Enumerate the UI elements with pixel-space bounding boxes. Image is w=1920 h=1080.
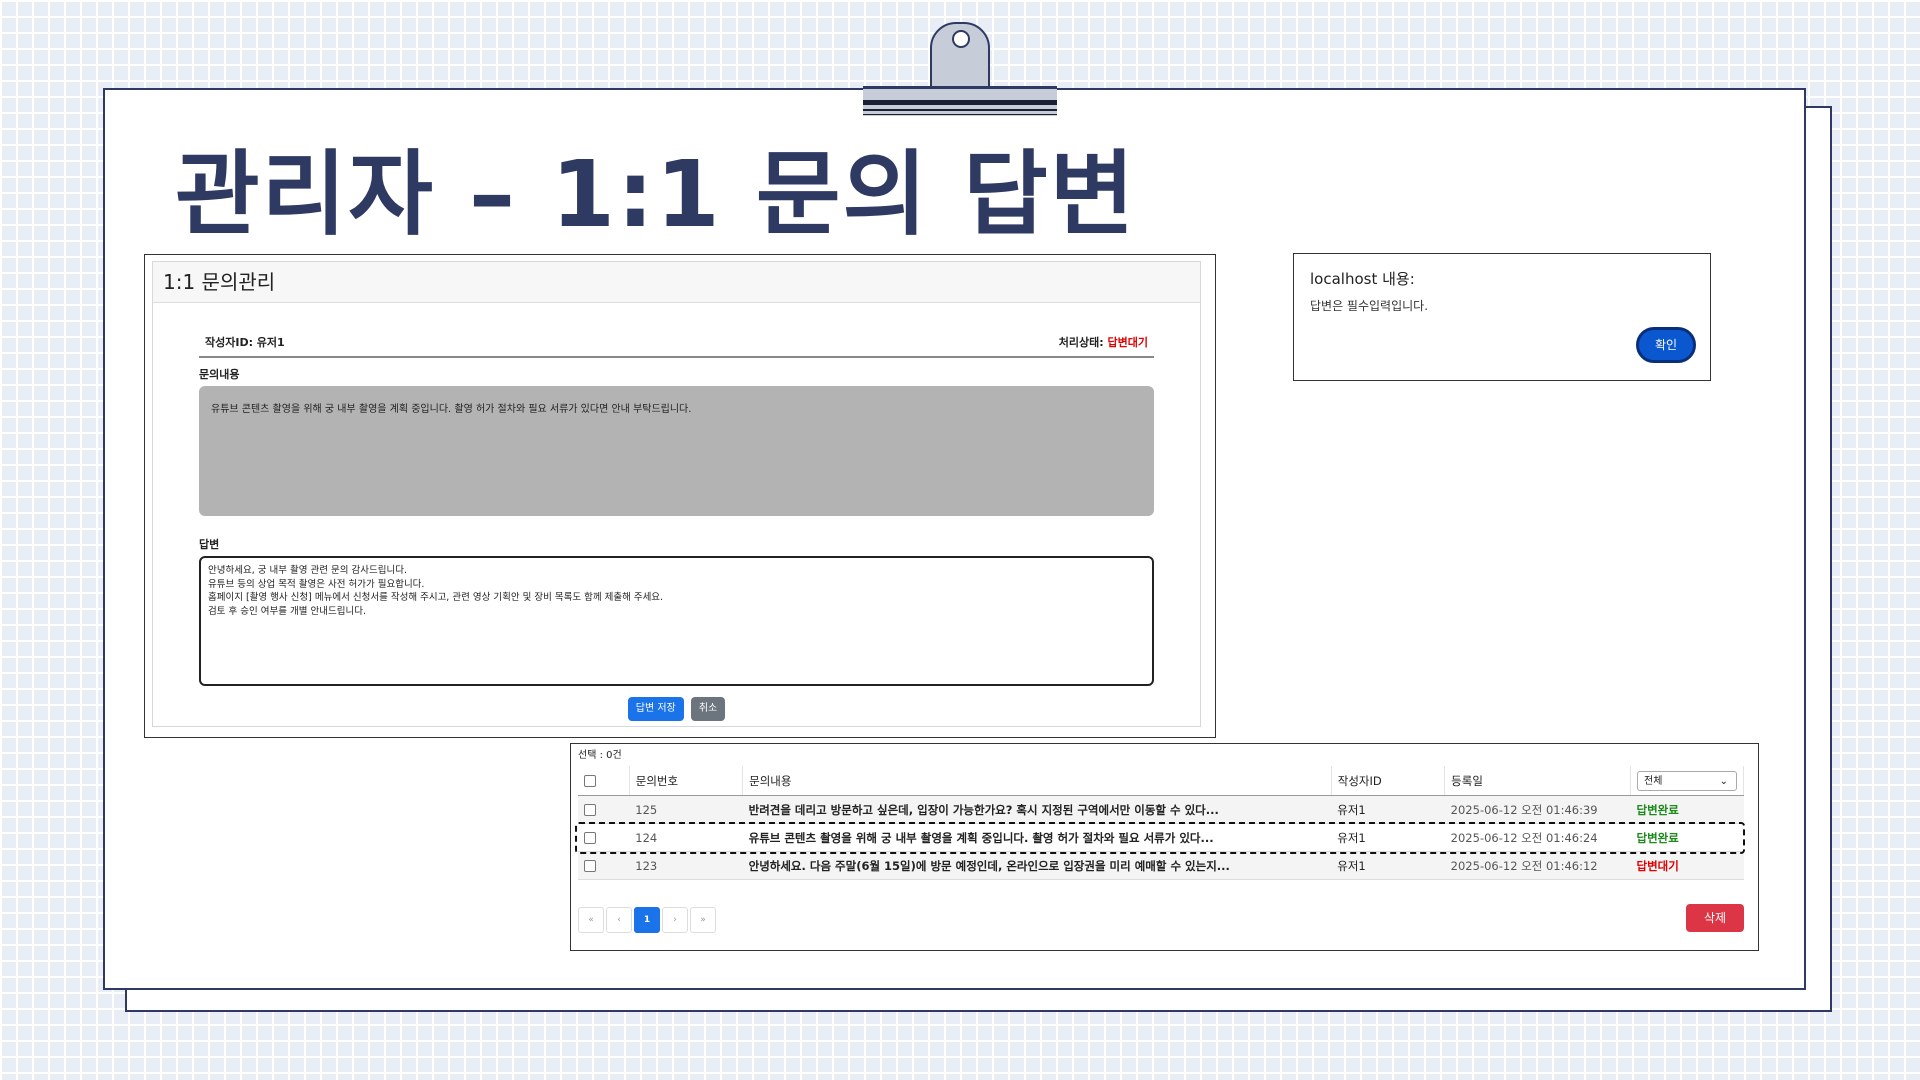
detail-button-row: 답변 저장 취소 [153, 697, 1200, 721]
select-all-checkbox[interactable] [584, 775, 596, 787]
answer-label: 답변 [199, 538, 220, 551]
alert-ok-button[interactable]: 확인 [1636, 327, 1696, 363]
row-select-cell [578, 851, 630, 880]
status-filter-cell: 전체 ⌄ [1630, 766, 1744, 796]
row-date: 2025-06-12 오전 01:46:12 [1444, 851, 1631, 880]
inquiry-detail-card: 1:1 문의관리 작성자ID: 유저1 처리상태: 답변대기 문의내용 유튜브 … [152, 261, 1201, 727]
answer-textarea[interactable]: 안녕하세요, 궁 내부 촬영 관련 문의 감사드립니다. 유튜브 등의 상업 목… [199, 556, 1154, 686]
selected-count: 선택 : 0건 [578, 750, 622, 761]
page-1-button[interactable]: 1 [634, 907, 660, 933]
row-content-link[interactable]: 반려견을 데리고 방문하고 싶은데, 입장이 가능한가요? 혹시 지정된 구역에… [742, 795, 1332, 824]
status-label: 처리상태: 답변대기 [1059, 334, 1148, 350]
status-filter-select[interactable]: 전체 ⌄ [1637, 770, 1737, 791]
row-content-link[interactable]: 안녕하세요. 다음 주말(6월 15일)에 방문 예정인데, 온라인으로 입장권… [742, 851, 1332, 880]
table-header-row: 문의번호 문의내용 작성자ID 등록일 전체 ⌄ [578, 766, 1744, 796]
table-row[interactable]: 124 유튜브 콘텐츠 촬영을 위해 궁 내부 촬영을 계획 중입니다. 촬영 … [578, 823, 1744, 852]
prev-page-button[interactable]: ‹ [606, 907, 632, 933]
row-date: 2025-06-12 오전 01:46:24 [1444, 823, 1631, 852]
inquiry-list-screenshot: 선택 : 0건 문의번호 문의내용 작성자ID 등록일 전체 ⌄ 125 반려견을… [570, 743, 1759, 951]
row-checkbox[interactable] [584, 832, 596, 844]
chevron-down-icon: ⌄ [1719, 775, 1728, 787]
row-select-cell [578, 823, 630, 852]
cancel-button[interactable]: 취소 [690, 697, 726, 721]
inquiry-detail-screenshot: 1:1 문의관리 작성자ID: 유저1 처리상태: 답변대기 문의내용 유튜브 … [144, 254, 1216, 738]
binder-clip-stripe [863, 114, 1057, 115]
status-badge: 답변대기 [1107, 336, 1148, 349]
row-checkbox[interactable] [584, 804, 596, 816]
table-row[interactable]: 125 반려견을 데리고 방문하고 싶은데, 입장이 가능한가요? 혹시 지정된… [578, 795, 1744, 824]
column-header-date: 등록일 [1444, 766, 1631, 796]
column-header-no: 문의번호 [629, 766, 744, 796]
delete-button[interactable]: 삭제 [1686, 904, 1744, 932]
binder-clip-stripe [863, 100, 1057, 105]
select-all-cell [578, 766, 630, 796]
next-page-button[interactable]: › [662, 907, 688, 933]
first-page-button[interactable]: « [578, 907, 604, 933]
row-content-link[interactable]: 유튜브 콘텐츠 촬영을 위해 궁 내부 촬영을 계획 중입니다. 촬영 허가 절… [742, 823, 1332, 852]
author-label: 작성자ID: 유저1 [205, 336, 285, 349]
column-header-content: 문의내용 [742, 766, 1332, 796]
row-no: 124 [629, 823, 743, 852]
alert-title: localhost 내용: [1310, 270, 1415, 288]
table-row[interactable]: 123 안녕하세요. 다음 주말(6월 15일)에 방문 예정인데, 온라인으로… [578, 851, 1744, 880]
row-status: 답변대기 [1630, 851, 1744, 880]
row-no: 125 [629, 795, 743, 824]
content-label: 문의내용 [199, 368, 240, 381]
status-caption: 처리상태: [1058, 336, 1108, 349]
row-status: 답변완료 [1630, 823, 1744, 852]
inquiry-table: 문의번호 문의내용 작성자ID 등록일 전체 ⌄ 125 반려견을 데리고 방문하… [578, 766, 1744, 880]
slide-title: 관리자 – 1:1 문의 답변 [175, 141, 1137, 248]
row-no: 123 [629, 851, 743, 880]
binder-clip-stripe [863, 109, 1057, 111]
row-checkbox[interactable] [584, 860, 596, 872]
column-header-author: 작성자ID [1331, 766, 1446, 796]
binder-clip-hole [952, 30, 970, 48]
row-date: 2025-06-12 오전 01:46:39 [1444, 795, 1631, 824]
inquiry-meta-row: 작성자ID: 유저1 처리상태: 답변대기 [199, 332, 1154, 358]
row-author: 유저1 [1331, 851, 1445, 880]
inquiry-detail-header: 1:1 문의관리 [153, 262, 1200, 303]
row-author: 유저1 [1331, 795, 1445, 824]
inquiry-content-box: 유튜브 콘텐츠 촬영을 위해 궁 내부 촬영을 계획 중입니다. 촬영 허가 절… [199, 386, 1154, 516]
status-filter-value: 전체 [1644, 775, 1663, 787]
save-answer-button[interactable]: 답변 저장 [627, 697, 684, 721]
row-select-cell [578, 795, 630, 824]
row-author: 유저1 [1331, 823, 1445, 852]
row-status: 답변완료 [1630, 795, 1744, 824]
pagination: «‹ 1 ›» [578, 907, 718, 933]
alert-message: 답변은 필수입력입니다. [1310, 299, 1429, 313]
last-page-button[interactable]: » [690, 907, 716, 933]
alert-dialog: localhost 내용: 답변은 필수입력입니다. 확인 [1293, 253, 1711, 381]
